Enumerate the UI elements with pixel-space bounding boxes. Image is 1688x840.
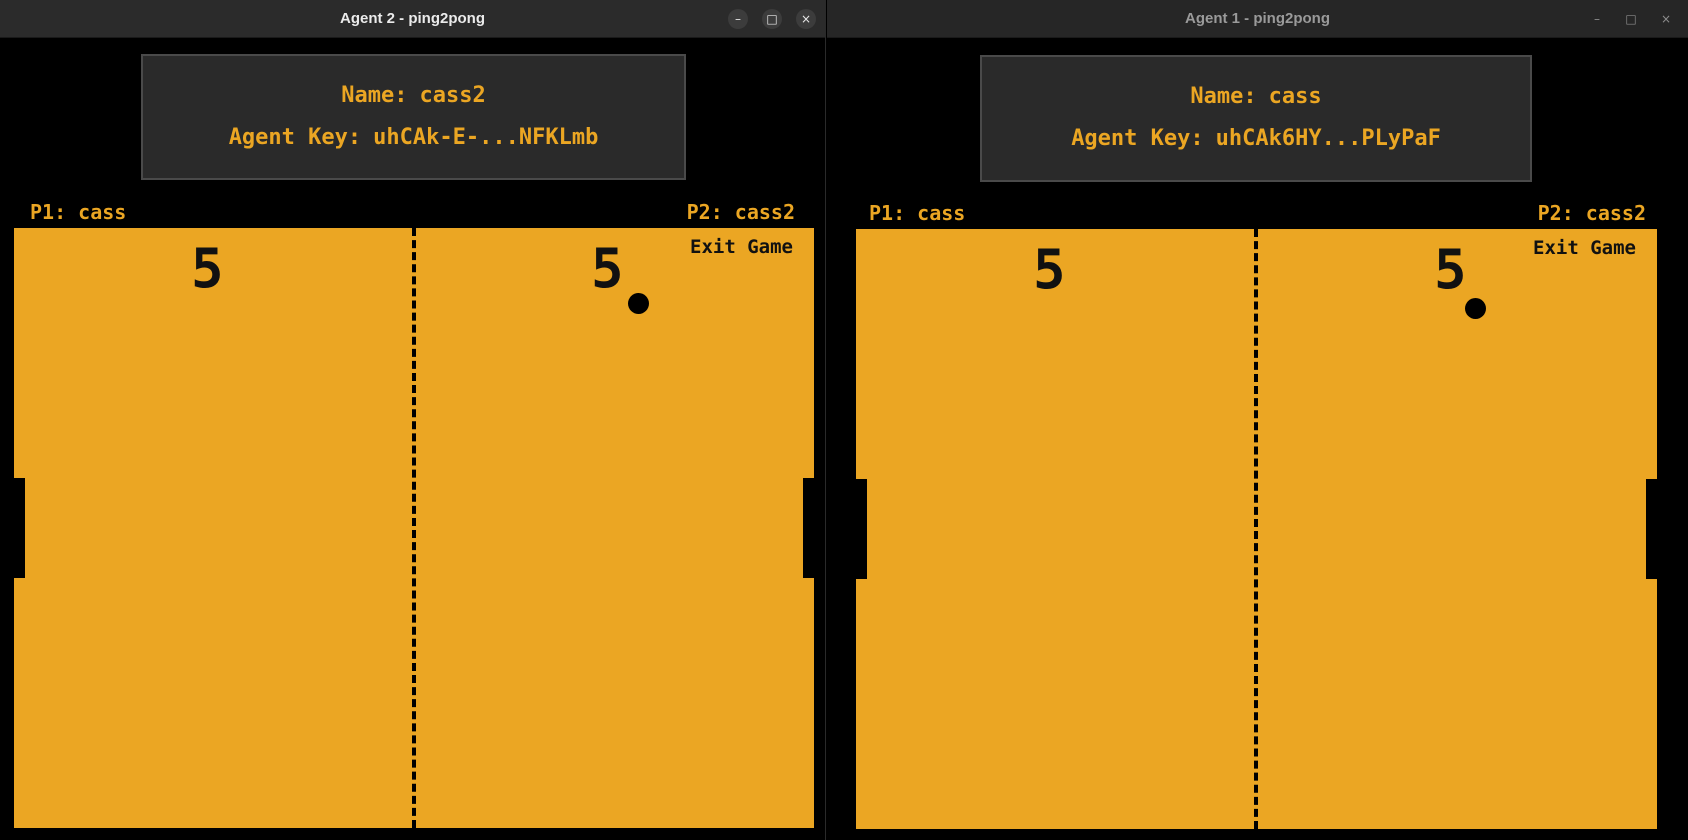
game-field[interactable]: 5 5 Exit Game xyxy=(856,229,1657,829)
game-field[interactable]: 5 5 Exit Game xyxy=(14,228,814,828)
minimize-icon: – xyxy=(1594,12,1600,26)
agent-name-row: Name: cass xyxy=(982,84,1530,109)
name-label: Name: xyxy=(1190,84,1257,109)
right-paddle xyxy=(803,478,814,578)
window-titlebar[interactable]: Agent 2 - ping2pong – □ × xyxy=(0,0,825,38)
left-paddle xyxy=(14,478,25,578)
agent-name-row: Name: cass2 xyxy=(143,83,684,108)
agent-info-panel: Name: cass Agent Key: uhCAk6HY...PLyPaF xyxy=(980,55,1532,182)
left-paddle xyxy=(856,479,867,579)
player-2-score: 5 xyxy=(1434,238,1467,301)
ball xyxy=(1465,298,1486,319)
desktop: Agent 2 - ping2pong – □ × Name: cass2 Age… xyxy=(0,0,1688,840)
right-paddle xyxy=(1646,479,1657,579)
agent-2-window: Agent 2 - ping2pong – □ × Name: cass2 Age… xyxy=(0,0,826,840)
player-1-score: 5 xyxy=(1033,238,1066,301)
maximize-icon: □ xyxy=(1625,12,1637,26)
player-2-score: 5 xyxy=(591,237,624,300)
maximize-icon: □ xyxy=(766,12,778,26)
player-1-tag: P1: cass xyxy=(22,197,135,227)
agent-key-label: Agent Key: xyxy=(1071,126,1204,151)
ball xyxy=(628,293,649,314)
agent-info-panel: Name: cass2 Agent Key: uhCAk-E-...NFKLmb xyxy=(141,54,686,180)
agent-key-row: Agent Key: uhCAk6HY...PLyPaF xyxy=(982,126,1530,151)
agent-key-value: uhCAk-E-...NFKLmb xyxy=(373,125,599,150)
player-2-tag: P2: cass2 xyxy=(1529,198,1654,228)
player-2-tag: P2: cass2 xyxy=(678,197,803,227)
name-value: cass xyxy=(1268,84,1322,109)
close-icon: × xyxy=(800,12,812,26)
player-1-tag: P1: cass xyxy=(861,198,974,228)
center-net xyxy=(1254,229,1258,829)
agent-key-value: uhCAk6HY...PLyPaF xyxy=(1215,126,1441,151)
window-title: Agent 2 - ping2pong xyxy=(340,10,485,27)
minimize-button[interactable]: – xyxy=(1587,9,1607,29)
name-value: cass2 xyxy=(419,83,486,108)
agent-key-label: Agent Key: xyxy=(228,125,362,150)
minimize-button[interactable]: – xyxy=(728,9,748,29)
window-titlebar[interactable]: Agent 1 - ping2pong – □ × xyxy=(827,0,1688,38)
name-label: Name: xyxy=(341,83,408,108)
exit-game-button[interactable]: Exit Game xyxy=(1533,237,1636,259)
close-button[interactable]: × xyxy=(1656,9,1676,29)
maximize-button[interactable]: □ xyxy=(762,9,782,29)
close-icon: × xyxy=(1660,12,1672,26)
window-title: Agent 1 - ping2pong xyxy=(1185,10,1330,27)
minimize-icon: – xyxy=(735,12,741,26)
exit-game-button[interactable]: Exit Game xyxy=(690,236,793,258)
close-button[interactable]: × xyxy=(796,9,816,29)
agent-1-window: Agent 1 - ping2pong – □ × Name: cass Agen… xyxy=(827,0,1688,840)
player-1-score: 5 xyxy=(191,237,224,300)
maximize-button[interactable]: □ xyxy=(1621,9,1641,29)
center-net xyxy=(412,228,416,828)
agent-key-row: Agent Key: uhCAk-E-...NFKLmb xyxy=(143,125,684,150)
